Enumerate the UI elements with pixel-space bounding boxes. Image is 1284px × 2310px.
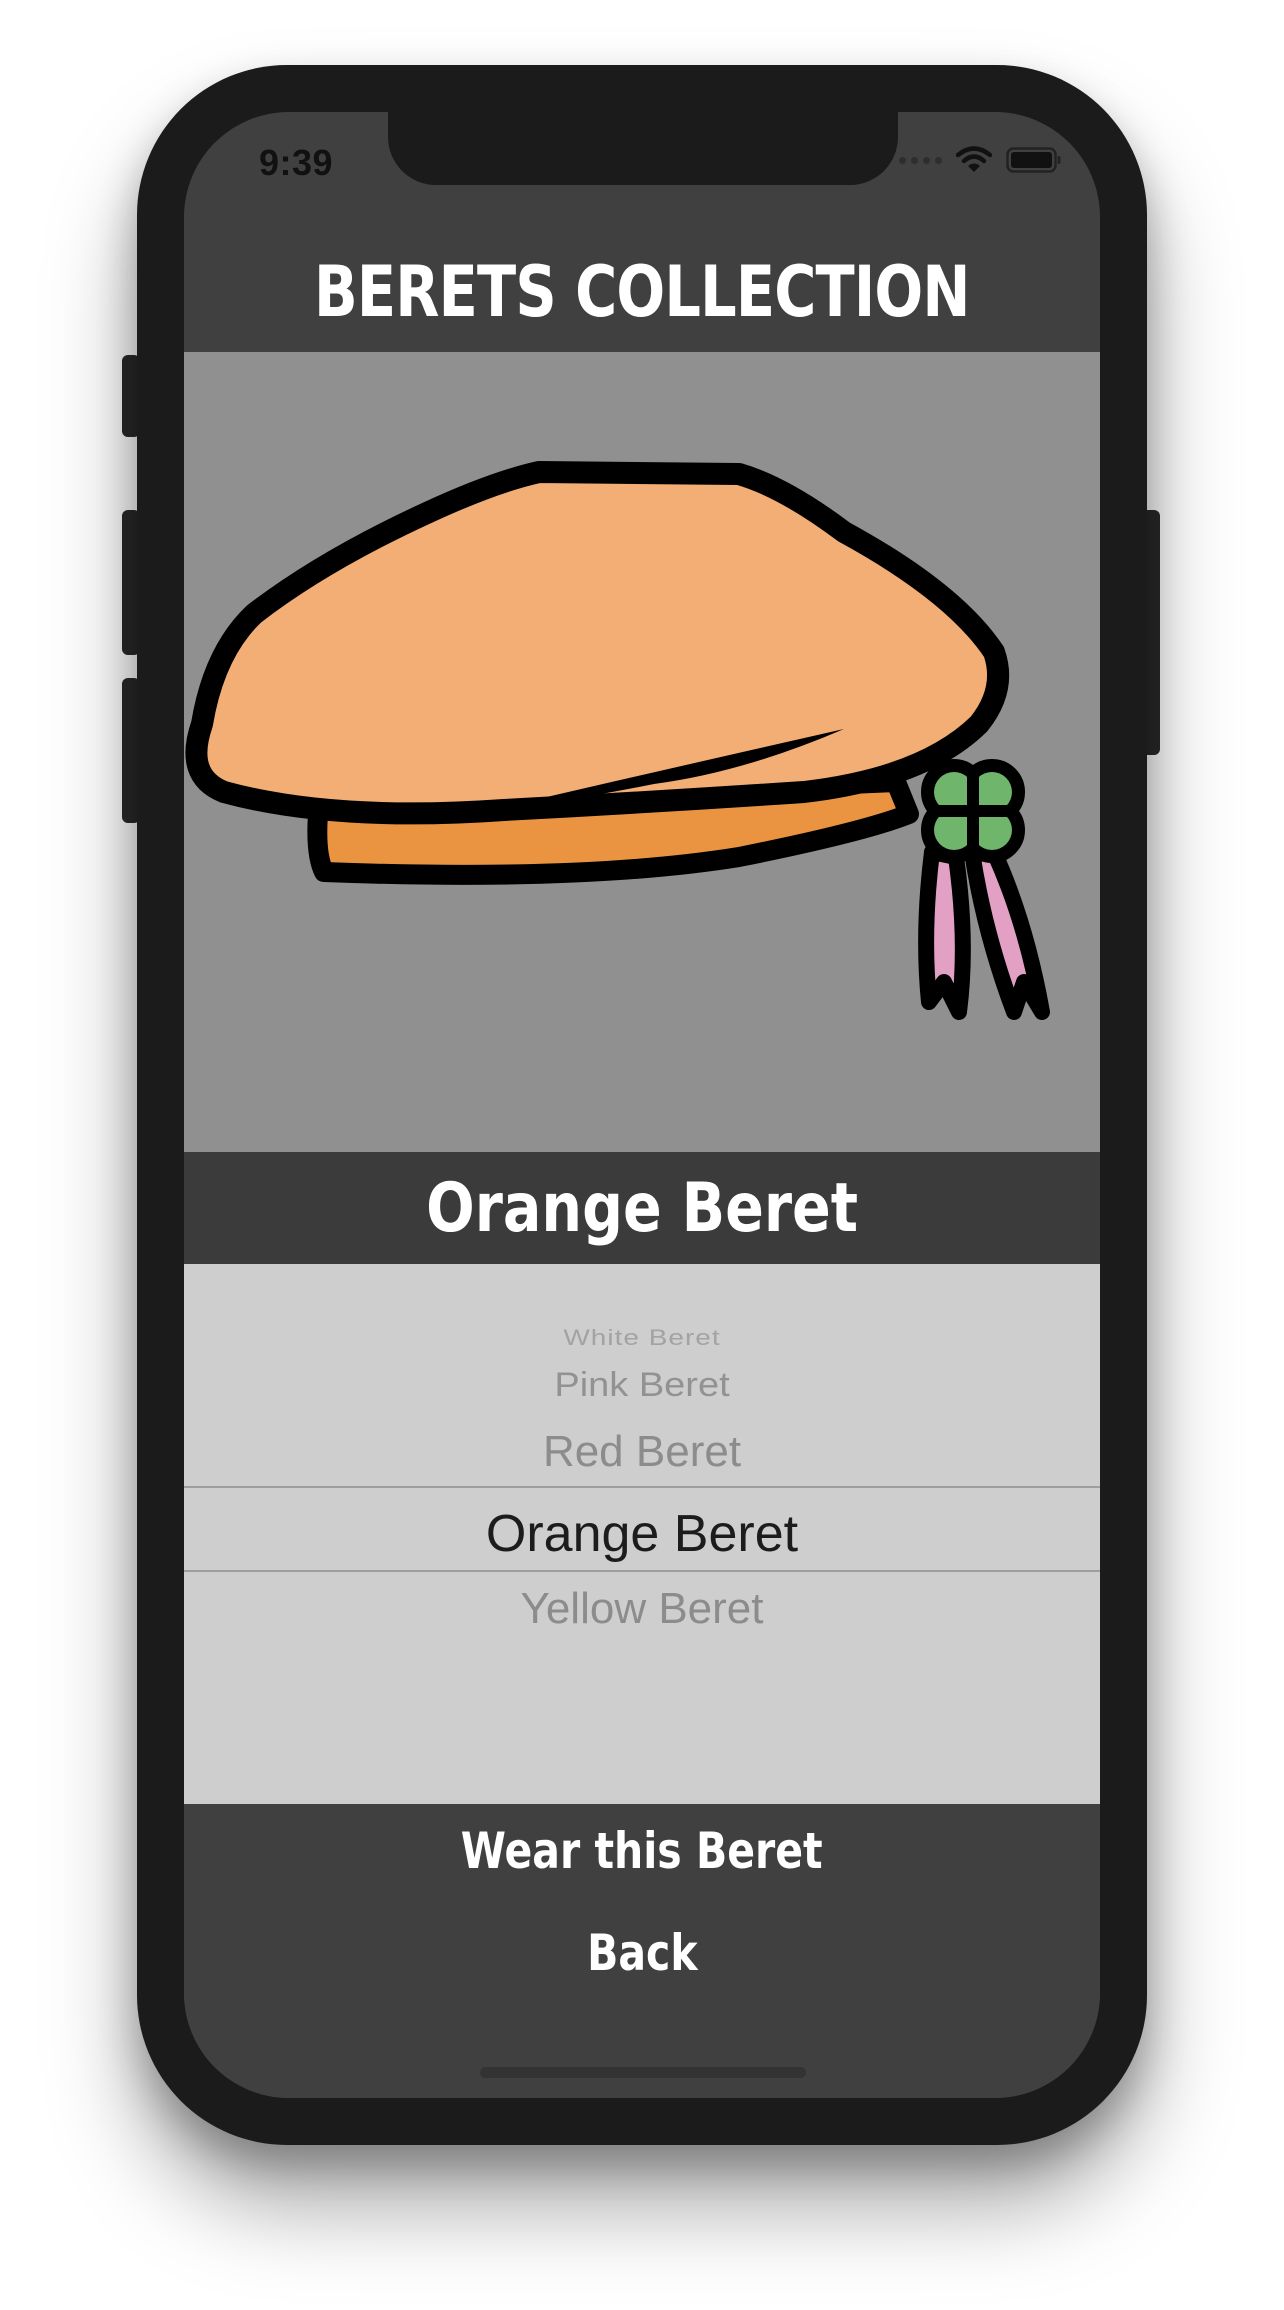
notch (388, 112, 898, 185)
wear-beret-button[interactable]: Wear this Beret (184, 1822, 1100, 1880)
status-icons (899, 146, 1062, 174)
battery-icon (1006, 147, 1061, 173)
back-label: Back (586, 1924, 698, 1982)
wear-beret-label: Wear this Beret (461, 1822, 823, 1880)
selected-name-bar: Orange Beret (184, 1152, 1100, 1264)
picker-item-selected[interactable]: Orange Beret (184, 1504, 1100, 1564)
picker-item[interactable]: White Beret (184, 1326, 1100, 1351)
device-stage: 9:39 BERETS COLLECTION Orange Beret Whit… (0, 0, 1284, 2310)
home-indicator[interactable] (480, 2067, 806, 2078)
orange-beret-illustration (185, 461, 1050, 1020)
phone-frame: 9:39 BERETS COLLECTION Orange Beret Whit… (137, 65, 1147, 2145)
action-area: Wear this Beret Back (184, 1804, 1100, 2098)
back-button[interactable]: Back (184, 1924, 1100, 1982)
status-time: 9:39 (259, 142, 334, 183)
picker-selection-top-line (184, 1486, 1100, 1488)
picker-item[interactable]: Pink Beret (184, 1366, 1100, 1405)
beret-picker[interactable]: White Beret Pink Beret Red Beret Orange … (184, 1264, 1100, 1804)
picker-selection-bottom-line (184, 1570, 1100, 1572)
picker-item[interactable]: Yellow Beret (184, 1584, 1100, 1634)
header: BERETS COLLECTION (184, 232, 1100, 352)
wifi-icon (956, 146, 992, 172)
picker-item[interactable]: Red Beret (184, 1427, 1100, 1477)
signal-dots-icon (899, 156, 942, 164)
page-title: BERETS COLLECTION (314, 251, 970, 333)
app-screen: 9:39 BERETS COLLECTION Orange Beret Whit… (184, 112, 1100, 2098)
beret-preview (184, 352, 1100, 1152)
selected-beret-name: Orange Beret (426, 1168, 858, 1248)
